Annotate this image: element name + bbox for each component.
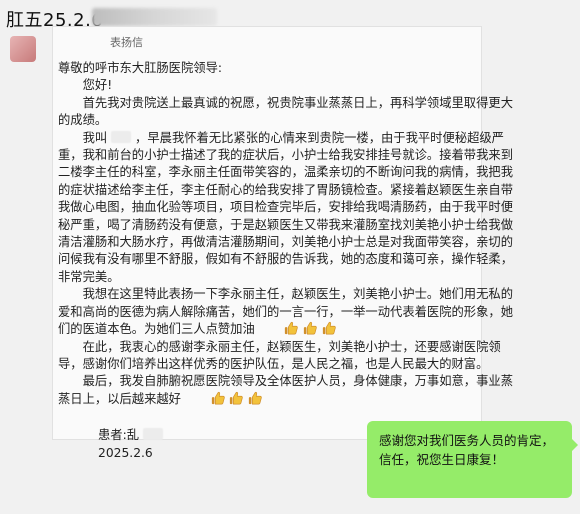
thumbs-up-icon [260,321,299,335]
thumbs-up-icon [298,321,336,335]
reply-message-bubble[interactable]: 感谢您对我们医务人员的肯定，信任，祝您生日康复！ [367,421,578,498]
letter-paragraph-2-start: 我叫 [82,130,108,145]
letter-paragraph-1: 首先我对贵院送上最真诚的祝愿，祝贵院事业蒸蒸日上，再科学领域里取得更大的成绩。 [58,95,513,128]
letter-content: 尊敬的呼市东大肛肠医院领导: 您好! 首先我对贵院送上最真诚的祝愿，祝贵院事业蒸… [58,60,522,462]
signature-name: 患者:乱 [98,428,140,443]
redacted-signature [142,428,163,441]
letter-greeting: 您好! [82,78,113,93]
thumbs-up-icon [224,391,263,405]
thumbs-up-icon [205,391,244,405]
letter-paragraph-5-text: 最后，我发自肺腑祝愿医院领导及全体医护人员，身体健康，万事如意，事业蒸蒸日上，以… [58,374,513,406]
reply-message-text: 感谢您对我们医务人员的肯定，信任，祝您生日康复！ [379,433,555,467]
letter-paragraph-5: 最后，我发自肺腑祝愿医院领导及全体医护人员，身体健康，万事如意，事业蒸蒸日上，以… [58,373,522,408]
letter-paragraph-3: 我想在这里特此表扬一下李永丽主任，赵颖医生，刘美艳小护士。她们用无私的爱和高尚的… [58,286,522,338]
thumbs-up-icon [279,321,317,335]
letter-paragraph-4: 在此，我衷心的感谢李永丽主任，赵颖医生，刘美艳小护士，还要感谢医院领导，感谢你们… [58,339,501,371]
letter-salutation: 尊敬的呼市东大肛肠医院领导: [58,61,223,75]
letter-cut-heading: 表扬信 [110,36,143,49]
sender-avatar[interactable] [10,36,36,62]
thumbs-up-icon [186,391,225,405]
redacted-contact-name [92,8,217,26]
letter-paragraph-2: 我叫 ，早晨我怀着无比紧张的心情来到贵院一楼，由于我平时便秘超级严重，我和前台的… [58,130,522,287]
letter-paragraph-2-rest: ，早晨我怀着无比紧张的心情来到贵院一楼，由于我平时便秘超级严重，我和前台的小护士… [58,130,513,284]
redacted-name [111,130,132,143]
